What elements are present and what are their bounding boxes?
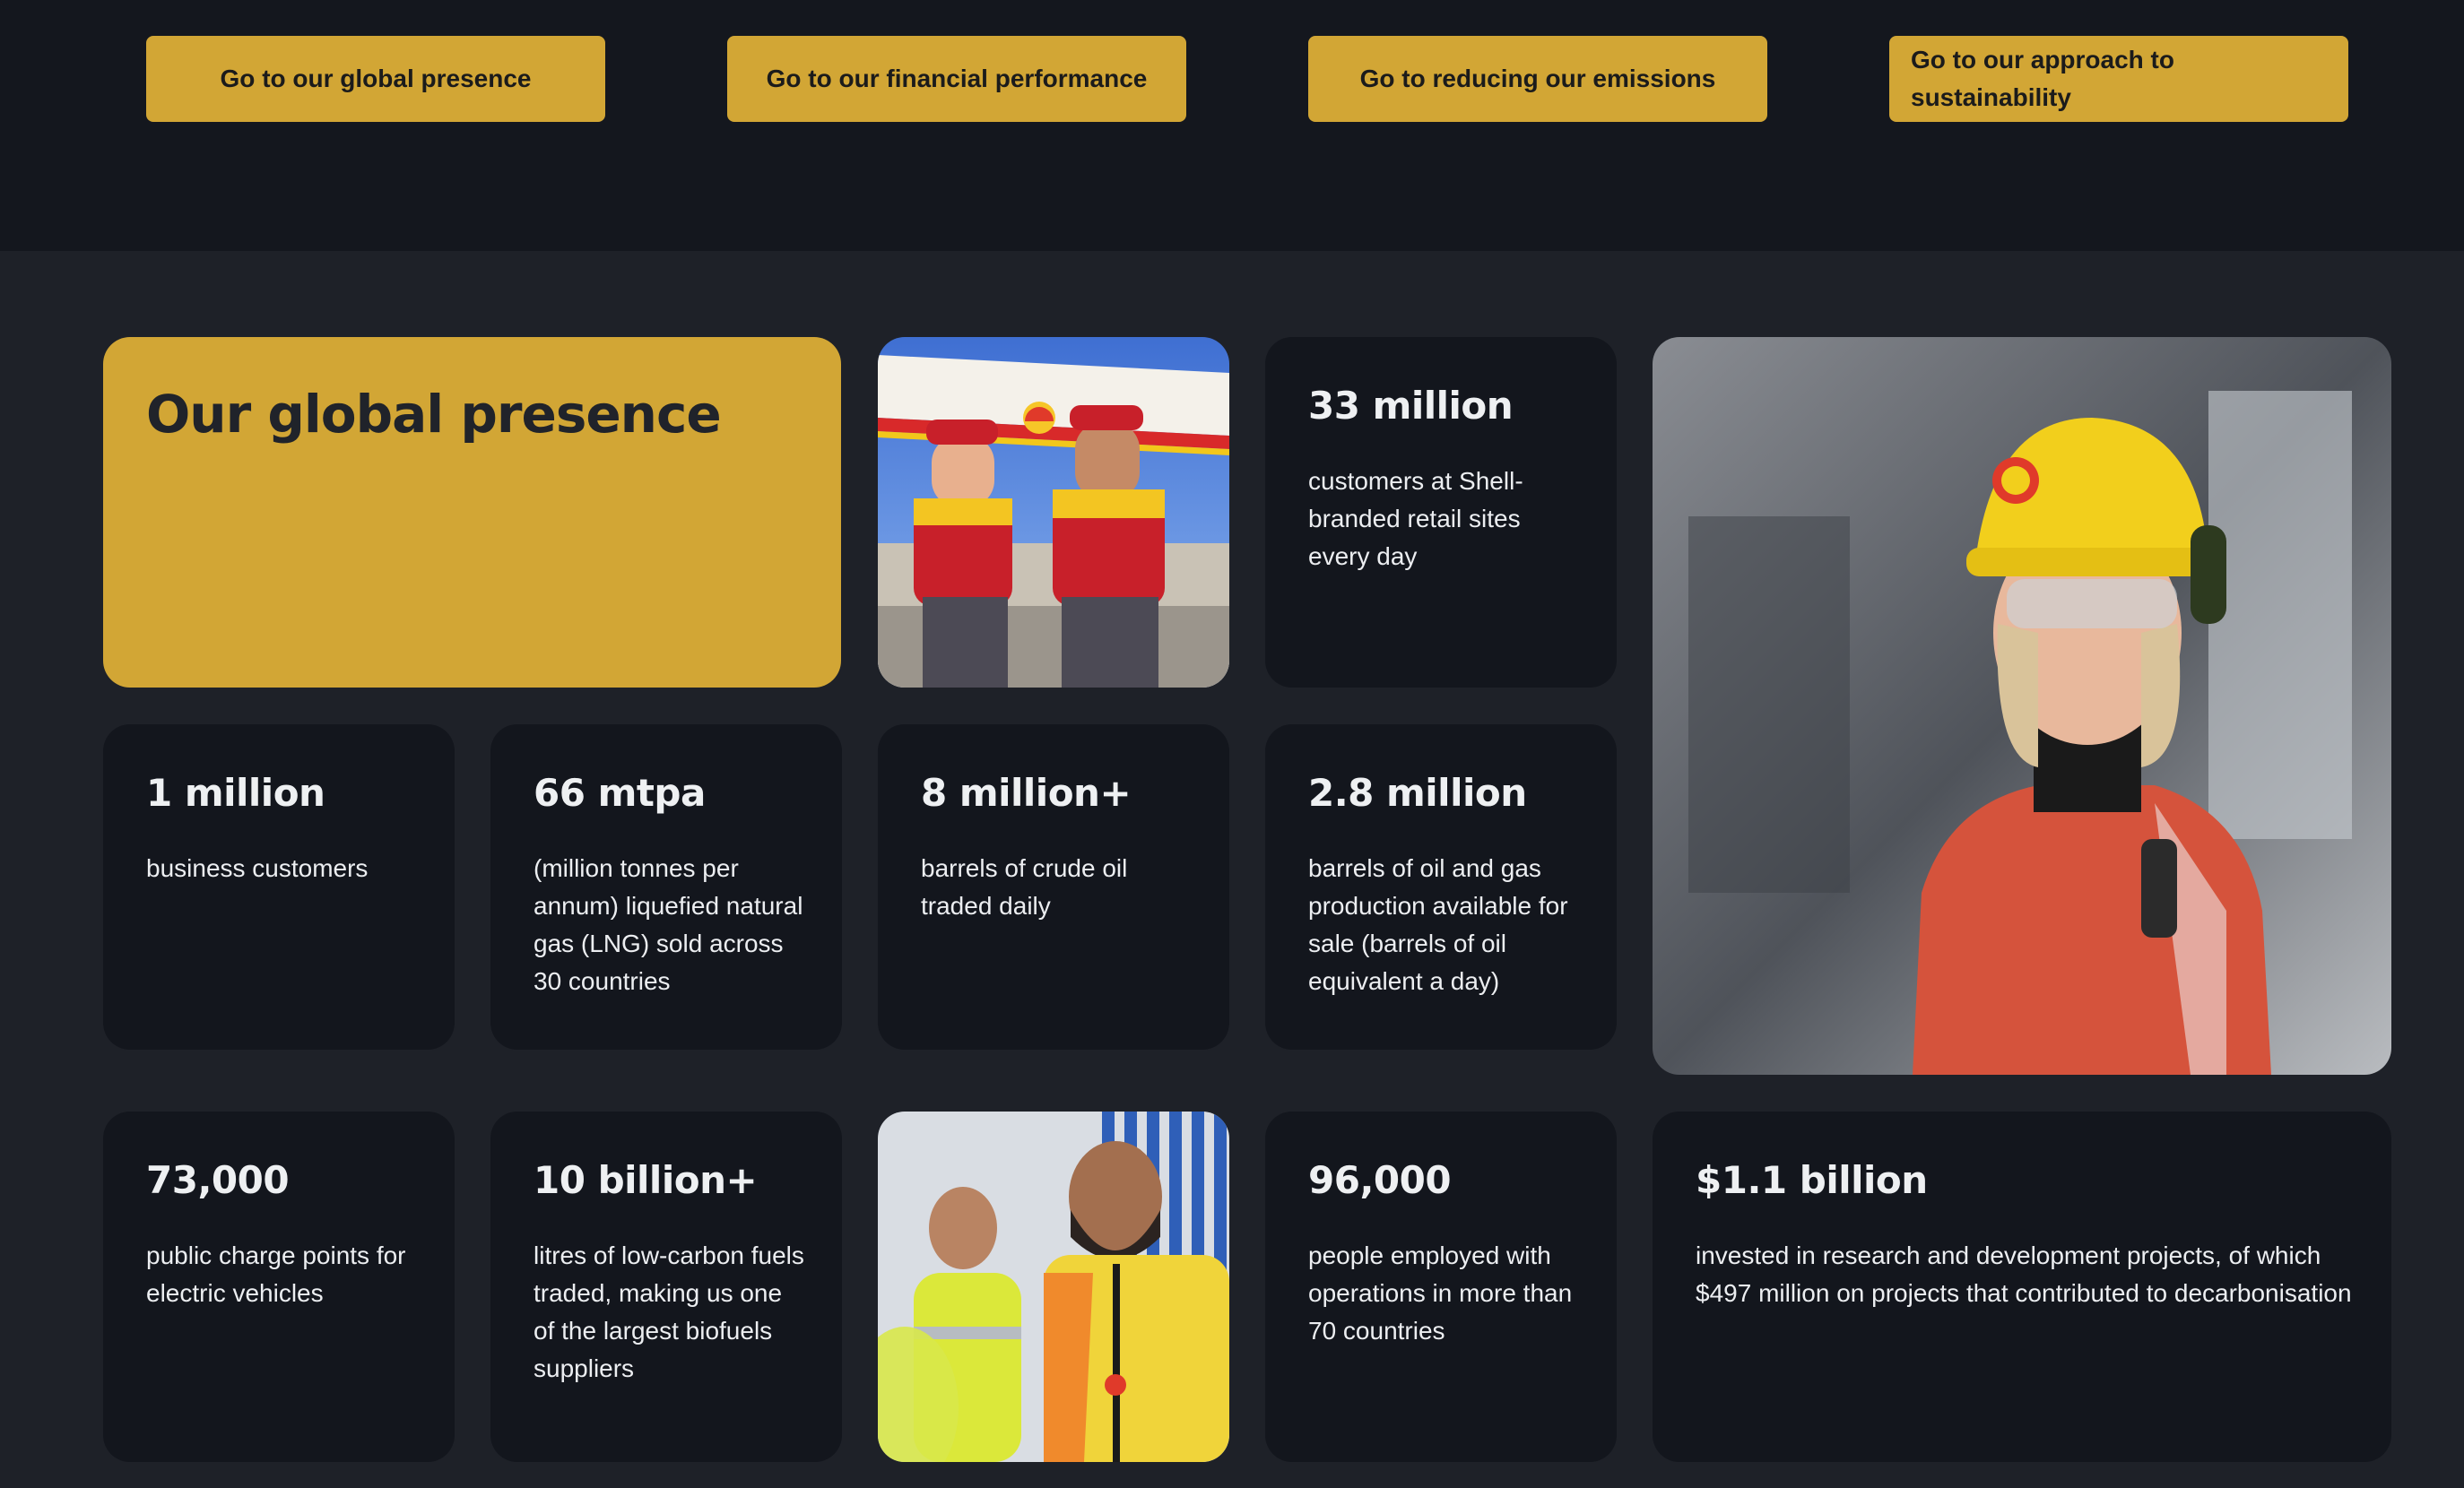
stat-description: customers at Shell-branded retail sites …: [1308, 467, 1523, 570]
stat-description: public charge points for electric vehicl…: [146, 1241, 406, 1307]
stat-description: business customers: [146, 854, 369, 882]
stat-value: 10 billion+: [534, 1158, 758, 1202]
stat-value: 33 million: [1308, 384, 1514, 428]
global-presence-button[interactable]: Go to our global presence: [146, 36, 605, 122]
stat-description: (million tonnes per annum) liquefied nat…: [534, 854, 803, 995]
stat-tile-low-carbon-fuels: 10 billion+ litres of low-carbon fuels t…: [490, 1112, 842, 1462]
stat-tile-employees: 96,000 people employed with operations i…: [1265, 1112, 1617, 1462]
stat-description: litres of low-carbon fuels traded, makin…: [534, 1241, 804, 1382]
stat-tile-lng: 66 mtpa (million tonnes per annum) lique…: [490, 724, 842, 1050]
stat-value: 73,000: [146, 1158, 290, 1202]
stat-tile-business-customers: 1 million business customers: [103, 724, 455, 1050]
sustainability-approach-button[interactable]: Go to our approach to sustainability: [1889, 36, 2348, 122]
stat-value: 96,000: [1308, 1158, 1452, 1202]
stat-description: barrels of crude oil traded daily: [921, 854, 1128, 920]
section-title: Our global presence: [146, 384, 722, 445]
stat-description: people employed with operations in more …: [1308, 1241, 1573, 1345]
stat-tile-retail-customers: 33 million customers at Shell-branded re…: [1265, 337, 1617, 688]
stat-value: 1 million: [146, 771, 325, 815]
stat-value: $1.1 billion: [1696, 1158, 1928, 1202]
stat-tile-research-investment: $1.1 billion invested in research and de…: [1653, 1112, 2391, 1462]
stat-description: invested in research and development pro…: [1696, 1241, 2352, 1307]
field-workers-photo: [878, 1112, 1229, 1462]
stat-value: 8 million+: [921, 771, 1132, 815]
stat-tile-charge-points: 73,000 public charge points for electric…: [103, 1112, 455, 1462]
retail-staff-photo: [878, 337, 1229, 688]
reducing-emissions-button[interactable]: Go to reducing our emissions: [1308, 36, 1767, 122]
stat-tile-production: 2.8 million barrels of oil and gas produ…: [1265, 724, 1617, 1050]
global-presence-hero: Our global presence: [103, 337, 841, 688]
stat-value: 66 mtpa: [534, 771, 706, 815]
stat-value: 2.8 million: [1308, 771, 1527, 815]
engineer-photo: [1653, 337, 2391, 1075]
stat-description: barrels of oil and gas production availa…: [1308, 854, 1568, 995]
financial-performance-button[interactable]: Go to our financial performance: [727, 36, 1186, 122]
stat-tile-crude-traded: 8 million+ barrels of crude oil traded d…: [878, 724, 1229, 1050]
